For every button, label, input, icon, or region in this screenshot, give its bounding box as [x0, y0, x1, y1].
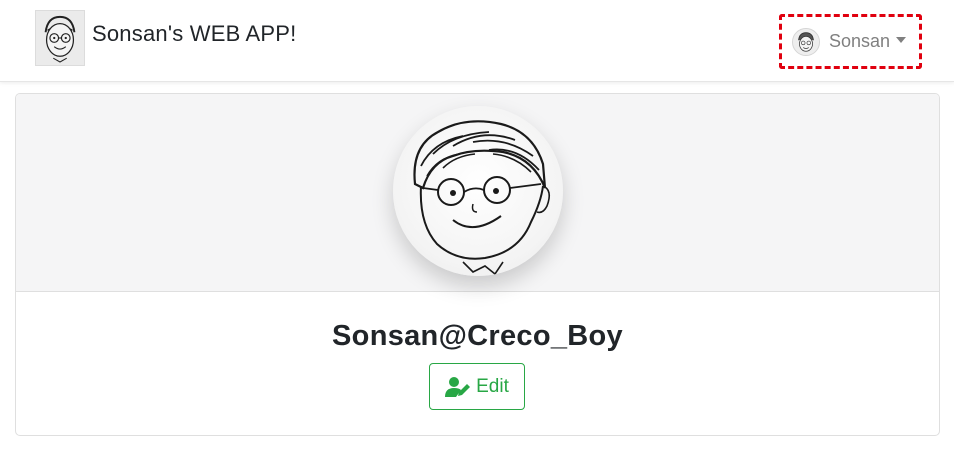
profile-card-header [16, 94, 939, 292]
caret-down-icon [896, 37, 907, 43]
user-dropdown-toggle[interactable]: Sonsan [779, 14, 922, 69]
profile-card: Sonsan@Creco_Boy Edit [15, 93, 940, 436]
profile-photo-face-icon [393, 106, 563, 276]
edit-profile-button[interactable]: Edit [429, 363, 525, 410]
user-name-label: Sonsan [829, 31, 891, 51]
user-avatar-face-icon [792, 27, 820, 56]
edit-button-label: Edit [476, 375, 509, 397]
profile-display-name: Sonsan@Creco_Boy [332, 320, 623, 352]
top-navbar: Sonsan's WEB APP! Sonsan [0, 0, 954, 82]
brand-title: Sonsan's WEB APP! [92, 21, 297, 46]
brand-link[interactable]: Sonsan's WEB APP! [35, 10, 296, 66]
brand-logo-face-icon [35, 10, 85, 66]
user-edit-icon [445, 376, 471, 397]
